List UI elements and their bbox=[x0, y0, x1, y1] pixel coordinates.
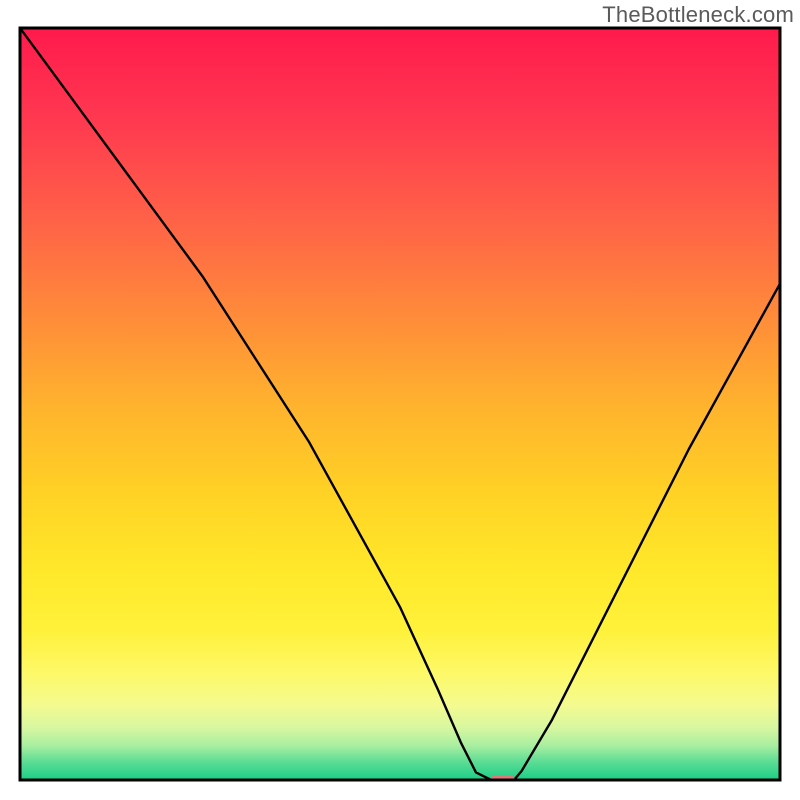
bottleneck-chart bbox=[0, 0, 800, 800]
chart-container: TheBottleneck.com bbox=[0, 0, 800, 800]
gradient-background bbox=[20, 28, 780, 780]
watermark-text: TheBottleneck.com bbox=[602, 2, 794, 28]
